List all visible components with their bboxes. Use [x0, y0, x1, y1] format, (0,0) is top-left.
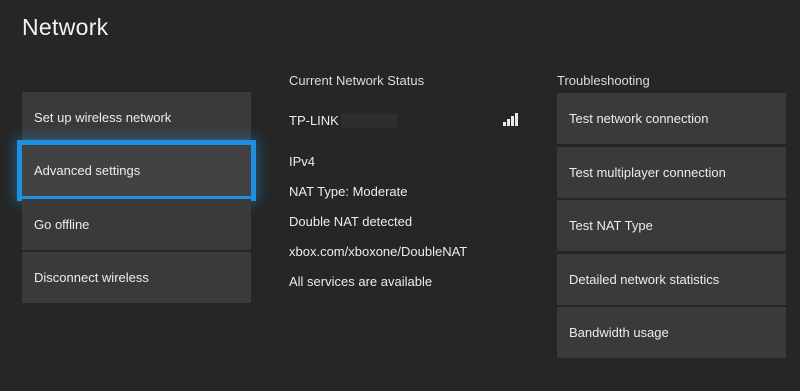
menu-item-label: Disconnect wireless: [34, 270, 149, 285]
menu-item-label: Test NAT Type: [569, 218, 653, 233]
menu-item-label: Advanced settings: [34, 163, 141, 178]
double-nat-warning: Double NAT detected: [289, 214, 413, 229]
setup-wireless-network-button[interactable]: Set up wireless network: [22, 92, 251, 143]
signal-strength-icon: [503, 113, 519, 126]
detailed-network-statistics-button[interactable]: Detailed network statistics: [557, 254, 786, 305]
menu-item-label: Go offline: [34, 217, 90, 232]
status-heading: Current Network Status: [289, 73, 425, 88]
double-nat-help-link[interactable]: xbox.com/xboxone/DoubleNAT: [289, 244, 467, 259]
troubleshooting-heading: Troubleshooting: [557, 73, 650, 88]
menu-item-label: Set up wireless network: [34, 110, 172, 125]
disconnect-wireless-button[interactable]: Disconnect wireless: [22, 252, 251, 303]
ip-version: IPv4: [289, 154, 316, 169]
network-name-redaction: [341, 114, 397, 128]
services-status: All services are available: [289, 274, 433, 289]
test-multiplayer-connection-button[interactable]: Test multiplayer connection: [557, 147, 786, 198]
menu-item-label: Test multiplayer connection: [569, 165, 726, 180]
advanced-settings-button[interactable]: Advanced settings: [22, 145, 251, 196]
network-name: TP-LINK: [289, 113, 339, 128]
nat-type: NAT Type: Moderate: [289, 184, 408, 199]
test-network-connection-button[interactable]: Test network connection: [557, 93, 786, 144]
menu-item-label: Detailed network statistics: [569, 272, 720, 287]
test-nat-type-button[interactable]: Test NAT Type: [557, 200, 786, 251]
go-offline-button[interactable]: Go offline: [22, 199, 251, 250]
bandwidth-usage-button[interactable]: Bandwidth usage: [557, 307, 786, 358]
menu-item-label: Test network connection: [569, 111, 709, 126]
page-title: Network: [22, 14, 109, 40]
menu-item-label: Bandwidth usage: [569, 325, 669, 340]
